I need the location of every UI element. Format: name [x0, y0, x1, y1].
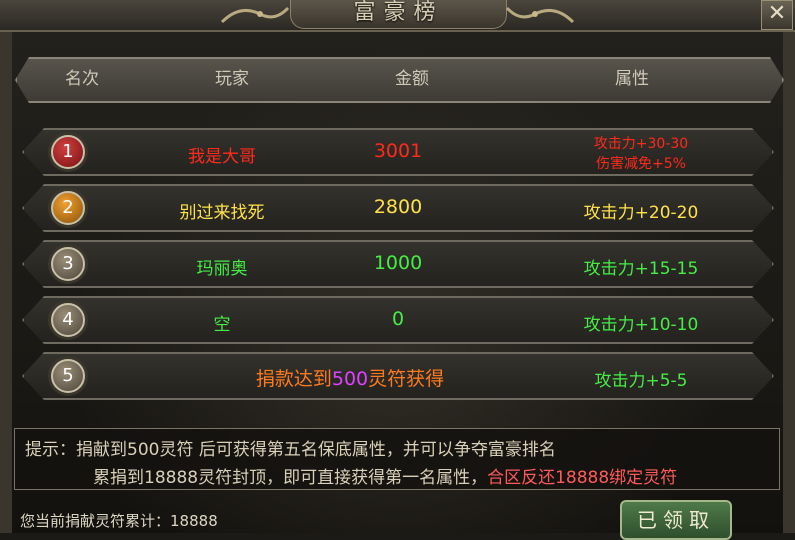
column-amount: 金额 [395, 69, 429, 89]
claim-button[interactable]: 已领取 [620, 500, 732, 540]
table-row: 2 别过来找死 2800 攻击力+20-20 [22, 184, 774, 232]
rank-badge-3: 3 [51, 247, 85, 281]
rank-badge-4: 4 [51, 303, 85, 337]
table-row: 3 玛丽奥 1000 攻击力+15-15 [22, 240, 774, 288]
hint-line-2: 累捐到18888灵符封顶，即可直接获得第一名属性，合区反还18888绑定灵符 [93, 463, 677, 488]
attribute-line-1: 攻击力+15-15 [583, 259, 699, 279]
table-row: 4 空 0 攻击力+10-10 [22, 296, 774, 344]
player-name: 玛丽奥 [196, 259, 248, 279]
amount-value: 3001 [373, 140, 423, 162]
close-icon: ✕ [767, 1, 787, 26]
donation-total-label: 您当前捐献灵符累计： [20, 512, 171, 530]
attribute-line-1: 攻击力+5-5 [594, 371, 688, 391]
rank-badge-1: 1 [51, 135, 85, 169]
hint-line-2-highlight: 合区反还18888绑定灵符 [487, 468, 678, 488]
column-attribute: 属性 [615, 69, 649, 89]
column-player: 玩家 [215, 69, 249, 89]
reward-prefix: 捐款达到 [255, 368, 332, 390]
amount-value: 1000 [373, 252, 423, 274]
player-name: 我是大哥 [188, 147, 256, 167]
rank-badge-5: 5 [51, 359, 85, 393]
hint-panel: 提示：捐献到500灵符 后可获得第五名保底属性，并可以争夺富豪排名 累捐到188… [14, 428, 780, 490]
attribute-line-1: 攻击力+10-10 [583, 315, 699, 335]
close-button[interactable]: ✕ [761, 0, 793, 30]
hint-line-2-main: 累捐到18888灵符封顶，即可直接获得第一名属性， [93, 468, 488, 488]
table-row: 5 捐款达到500灵符获得 攻击力+5-5 [22, 352, 774, 400]
attribute-line-1: 攻击力+30-30 [593, 136, 689, 152]
amount-value: 2800 [373, 196, 423, 218]
amount-value: 0 [391, 308, 405, 330]
left-ornament-icon [220, 6, 290, 24]
title-bar: 富豪榜 ✕ [0, 0, 795, 32]
column-rank: 名次 [65, 69, 99, 89]
reward-amount: 500 [331, 368, 369, 390]
reward-suffix: 灵符获得 [368, 368, 445, 390]
player-name: 空 [213, 315, 231, 335]
attribute-line-1: 攻击力+20-20 [583, 203, 699, 223]
table-header: 名次 玩家 金额 属性 [15, 57, 784, 103]
hint-line-1: 提示：捐献到500灵符 后可获得第五名保底属性，并可以争夺富豪排名 [25, 440, 556, 460]
donation-total-value: 18888 [170, 512, 218, 530]
table-row: 1 我是大哥 3001 攻击力+30-30 伤害减免+5% [22, 128, 774, 176]
donation-total: 您当前捐献灵符累计：18888 [20, 510, 218, 531]
reward-condition: 捐款达到500灵符获得 [240, 364, 460, 391]
window-title: 富豪榜 [290, 0, 507, 29]
attribute-line-2: 伤害减免+5% [596, 156, 686, 172]
player-name: 别过来找死 [179, 203, 265, 223]
rank-badge-2: 2 [51, 191, 85, 225]
right-ornament-icon [505, 6, 575, 24]
